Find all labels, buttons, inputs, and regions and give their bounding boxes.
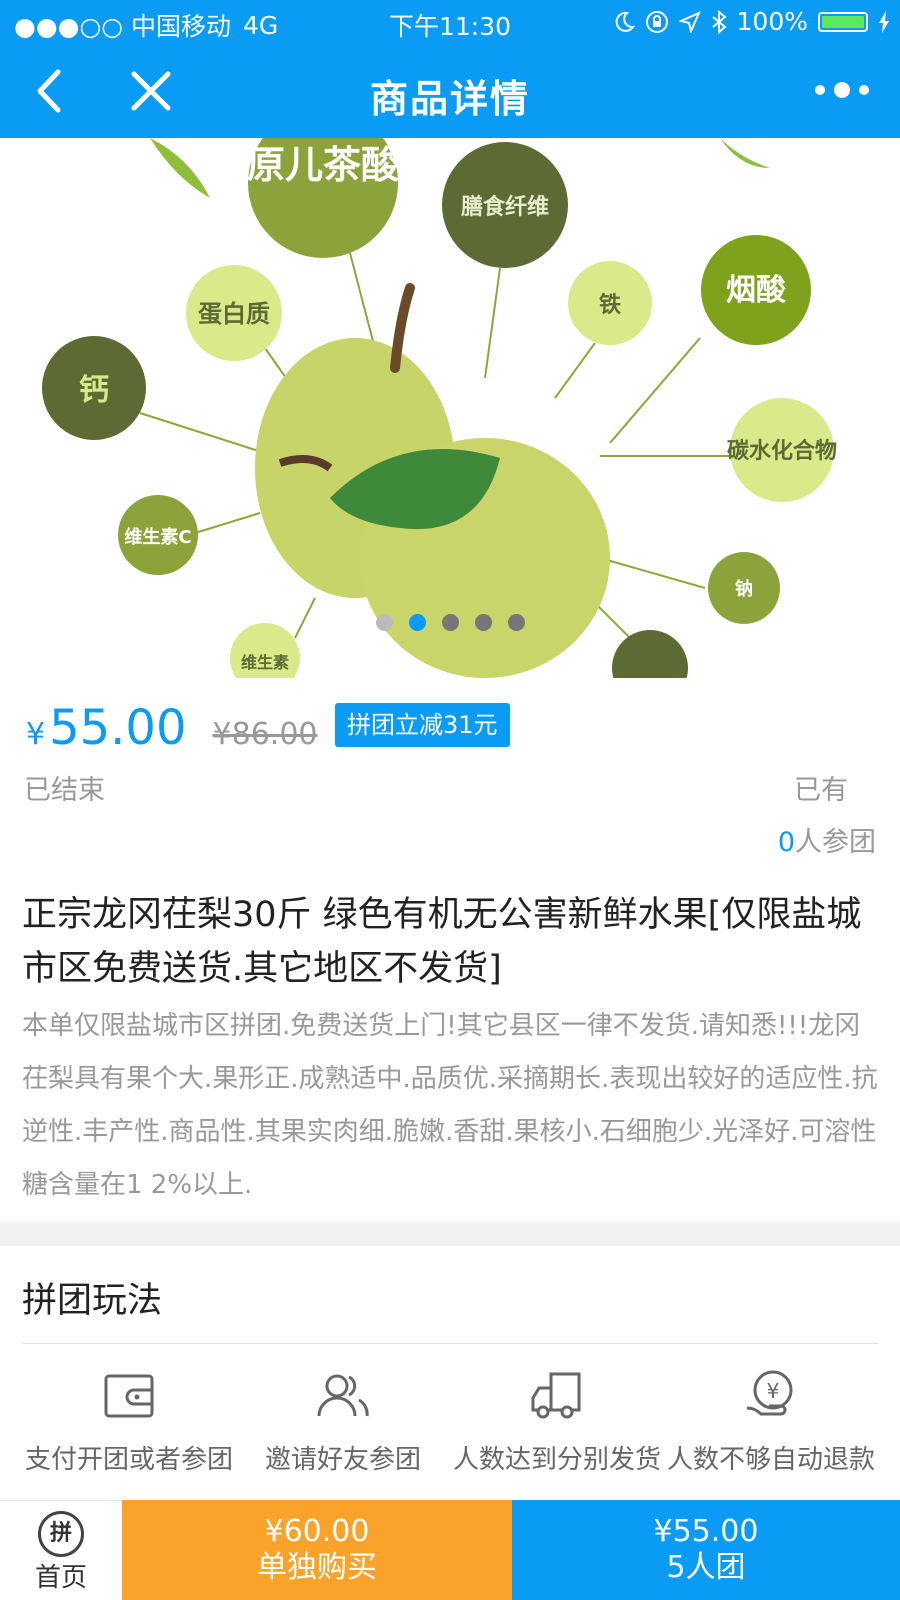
- product-description: 本单仅限盐城市区拼团.免费送货上门!其它县区一律不发货.请知悉!!!龙冈茌梨具有…: [22, 1011, 878, 1200]
- svg-text:¥: ¥: [767, 1379, 780, 1403]
- joined-count: 0人参团: [778, 820, 876, 859]
- nutrient-label: 碳水化合物: [727, 438, 837, 464]
- rules-title: 拼团玩法: [22, 1281, 163, 1321]
- refund-icon: ¥: [746, 1370, 793, 1416]
- joined-number: 0: [777, 827, 795, 858]
- nutrient-label: 钙: [79, 373, 109, 408]
- carousel-dot[interactable]: [375, 614, 393, 631]
- nutrient-label: 烟酸: [726, 273, 787, 308]
- rule-step-label: 支付开团或者参团: [24, 1445, 233, 1475]
- truck-icon: [531, 1372, 581, 1419]
- section-divider: [0, 1222, 900, 1246]
- moon-icon: [615, 11, 635, 32]
- bluetooth-icon: [711, 9, 727, 34]
- page-title: 商品详情: [369, 77, 530, 121]
- rule-step-label: 人数不够自动退款: [666, 1445, 875, 1475]
- product-title: 正宗龙冈茌梨30斤 绿色有机无公害新鲜水果[仅限盐城市区免费送货.其它地区不发货…: [22, 895, 862, 989]
- rules-steps: 支付开团或者参团 邀请好友参团 人数达到分别发货 ¥ 人数不够自动退款: [22, 1368, 878, 1478]
- more-icon[interactable]: [814, 80, 870, 100]
- joined-suffix: 人参团: [795, 827, 876, 858]
- nutrient-label: 维生素: [241, 653, 289, 672]
- single-price: ¥60.00: [264, 1514, 370, 1549]
- group-price: 55.00: [49, 700, 187, 756]
- discount-badge: 拼团立减31元: [335, 703, 510, 747]
- rule-step-label: 人数达到分别发货: [452, 1445, 661, 1475]
- joined-prefix: 已有: [794, 775, 848, 806]
- home-button[interactable]: 拼 首页: [0, 1500, 122, 1600]
- rotation-lock-icon: [645, 10, 668, 33]
- users-icon: [317, 1374, 369, 1417]
- nutrient-label: 维生素C: [124, 526, 191, 548]
- carousel-dot-active[interactable]: [408, 614, 426, 631]
- price-row: ¥ 55.00 ¥86.00: [26, 700, 318, 760]
- nutrient-label: 铁: [599, 292, 621, 318]
- currency-symbol: ¥: [26, 717, 46, 752]
- status-text: 已结束: [24, 775, 105, 806]
- rule-step-label: 邀请好友参团: [264, 1445, 421, 1475]
- wallet-icon: [104, 1374, 154, 1418]
- divider: [22, 1343, 878, 1344]
- nav-bar: 商品详情: [0, 44, 900, 138]
- group-button-label: 5人团: [666, 1550, 746, 1585]
- nutrient-label: 原儿茶酸: [247, 143, 400, 187]
- rule-step: ¥ 人数不够自动退款: [664, 1368, 878, 1478]
- home-label: 首页: [34, 1563, 87, 1593]
- rule-step: 人数达到分别发货: [450, 1368, 664, 1478]
- carousel-dot[interactable]: [507, 614, 525, 631]
- status-bar: ●●●○○ 中国移动 4G 下午11:30 100%: [0, 0, 900, 44]
- carousel-dot[interactable]: [441, 614, 459, 631]
- nutrient-label: 钠: [735, 579, 753, 600]
- location-icon: [678, 10, 701, 33]
- carousel-indicator[interactable]: [0, 614, 900, 631]
- buy-group-button[interactable]: ¥55.00 5人团: [512, 1500, 900, 1600]
- carousel-dot[interactable]: [474, 614, 492, 631]
- rule-step: 邀请好友参团: [236, 1368, 450, 1478]
- original-price: ¥86.00: [212, 717, 318, 752]
- product-image-carousel[interactable]: 原儿茶酸 膳食纤维 蛋白质 铁 烟酸 钙 碳水化合物 维生素C 钠 维生素: [0, 138, 900, 678]
- group-button-price: ¥55.00: [653, 1514, 759, 1549]
- charging-icon: [879, 10, 889, 33]
- nutrient-label: 蛋白质: [198, 300, 270, 328]
- single-label: 单独购买: [257, 1550, 377, 1585]
- nutrient-label: 膳食纤维: [461, 194, 549, 220]
- battery-percent: 100%: [736, 7, 808, 36]
- pin-logo-icon: 拼: [38, 1511, 84, 1557]
- buy-single-button[interactable]: ¥60.00 单独购买: [122, 1500, 512, 1600]
- bottom-bar: 拼 首页 ¥60.00 单独购买 ¥55.00 5人团: [0, 1500, 900, 1600]
- battery-icon: [818, 11, 868, 32]
- rule-step: 支付开团或者参团: [22, 1368, 236, 1478]
- product-image: 原儿茶酸 膳食纤维 蛋白质 铁 烟酸 钙 碳水化合物 维生素C 钠 维生素: [42, 138, 837, 678]
